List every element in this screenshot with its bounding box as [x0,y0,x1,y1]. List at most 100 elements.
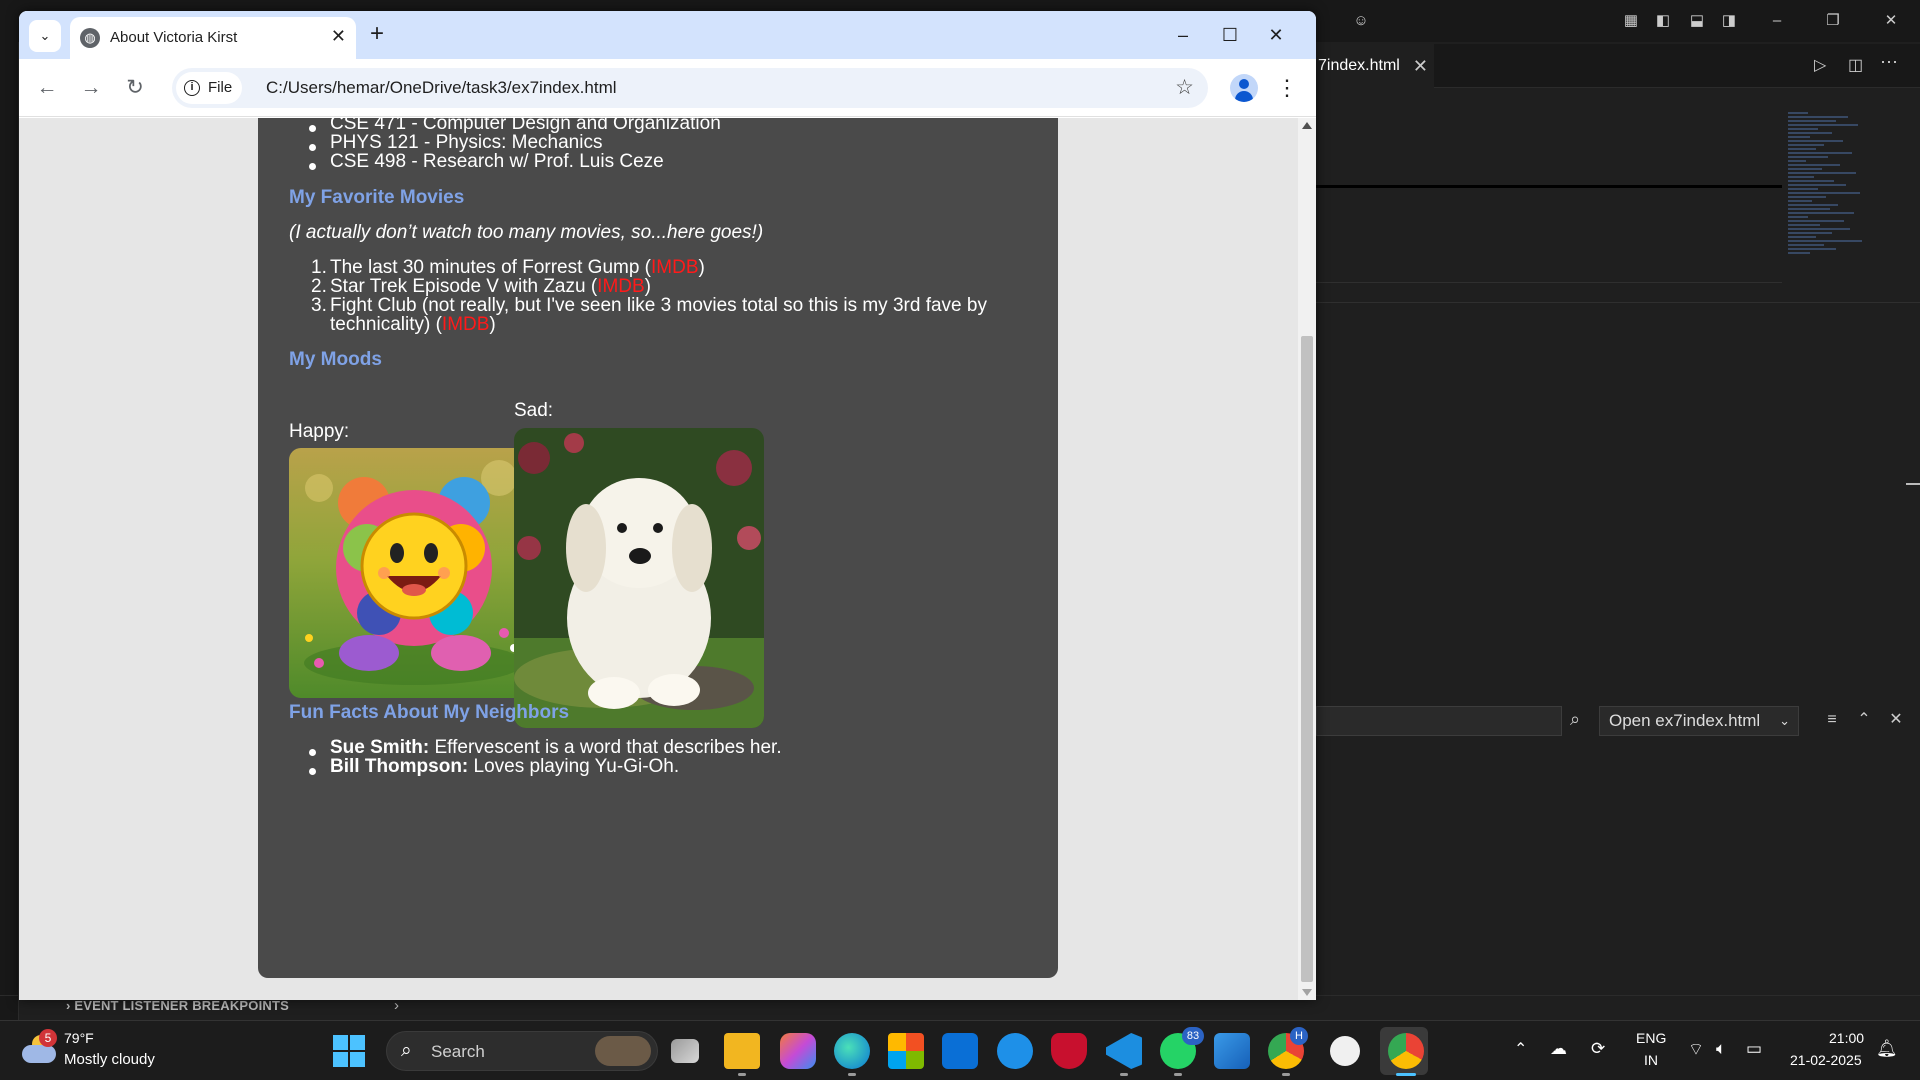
minimap[interactable] [1788,112,1878,312]
file-explorer-icon[interactable] [724,1033,760,1069]
weather-description[interactable]: Mostly cloudy [64,1051,155,1068]
chrome-icon[interactable] [1388,1033,1424,1069]
copilot-icon[interactable] [780,1033,816,1069]
clock-date[interactable]: 21-02-2025 [1790,1052,1862,1068]
volume-icon[interactable]: 🔈︎ [1716,1039,1726,1059]
language-indicator[interactable]: ENG [1636,1030,1666,1046]
movie-paren: ) [644,276,651,297]
vscode-minimize-icon[interactable]: – [1766,10,1788,32]
minimize-icon[interactable]: – [1167,23,1199,47]
close-icon[interactable]: ✕ [331,26,346,47]
customize-layout-icon[interactable]: ▦ [1620,10,1642,32]
running-indicator [1174,1073,1182,1076]
divider [1316,282,1782,283]
activity-bar [0,42,19,1020]
chevron-up-icon[interactable]: ⌃ [1514,1039,1527,1059]
breakpoints-label: EVENT LISTENER BREAKPOINTS [74,998,290,1013]
copilot-icon[interactable]: ☺ [1350,10,1372,32]
filter-input[interactable] [1316,706,1562,736]
help-icon[interactable] [997,1033,1033,1069]
menu-icon[interactable]: ⋮ [1276,72,1298,104]
divider [1316,185,1782,188]
notification-bell-icon[interactable]: 🔔︎ [1876,1039,1898,1059]
vscode-restore-icon[interactable]: ❐ [1822,10,1844,32]
close-icon[interactable]: ✕ [1880,709,1912,729]
moods-heading: My Moods [289,349,382,370]
toggle-panel-icon[interactable]: ⬓ [1686,10,1708,32]
running-indicator [1120,1073,1128,1076]
close-window-icon[interactable]: ✕ [1260,23,1292,47]
address-bar[interactable]: i File C:/Users/hemar/OneDrive/task3/ex7… [172,68,1208,108]
browser-toolbar: ← → ↻ i File C:/Users/hemar/OneDrive/tas… [19,59,1316,117]
movies-heading: My Favorite Movies [289,187,465,208]
store-icon[interactable] [888,1033,924,1069]
list-number: 3. [311,295,327,316]
profile-icon[interactable] [1230,74,1258,102]
reload-icon[interactable]: ↻ [119,72,151,104]
editor-tab-label: 7index.html [1318,57,1400,74]
whatsapp-badge: 83 [1182,1027,1204,1045]
clock-time[interactable]: 21:00 [1829,1030,1864,1046]
more-actions-icon[interactable]: ⋯ [1880,52,1902,74]
neighbor-item: Bill Thompson: Loves playing Yu-Gi-Oh. [330,756,679,778]
back-icon[interactable]: ← [31,72,63,104]
tab-search-icon[interactable]: ⌄ [29,20,61,52]
chevron-up-icon[interactable]: ⌃ [1848,709,1880,729]
search-placeholder: Search [431,1042,485,1061]
photos-icon[interactable] [1214,1033,1250,1069]
output-source-value: Open ex7index.html [1609,711,1761,730]
forward-icon[interactable]: → [75,72,107,104]
edge-icon[interactable] [834,1033,870,1069]
taskbar-search[interactable]: ⌕ Search [386,1031,658,1071]
maximize-icon[interactable]: ☐ [1214,23,1246,47]
movie-paren: ) [489,314,496,335]
scrollbar-thumb[interactable] [1301,336,1313,982]
battery-icon[interactable]: ▭ [1746,1039,1762,1059]
output-source-select[interactable]: Open ex7index.html ⌄ [1599,706,1799,736]
split-editor-icon[interactable]: ◫ [1848,55,1870,77]
url-text[interactable]: C:/Users/hemar/OneDrive/task3/ex7index.h… [266,78,617,98]
site-info-chip[interactable]: i File [176,72,242,104]
bullet [309,125,316,132]
tab-title: About Victoria Kirst [110,29,238,46]
page-viewport[interactable]: CSE 471 - Computer Design and Organizati… [19,118,1316,1000]
sad-label: Sad: [514,400,554,421]
weather-badge: 5 [39,1029,57,1047]
page-scrollbar[interactable] [1298,118,1316,1000]
imdb-link[interactable]: IMDB [651,257,699,278]
search-icon[interactable]: ⌕ [1570,709,1594,733]
wifi-icon[interactable]: ⌔ [1688,1039,1704,1060]
toggle-secondary-sidebar-icon[interactable]: ◨ [1718,10,1740,32]
event-listener-breakpoints-header[interactable]: › EVENT LISTENER BREAKPOINTS [66,998,289,1013]
mcafee-icon[interactable] [1051,1033,1087,1069]
movie-text: technicality) ( [330,314,442,335]
scrollbar-marker [1906,483,1920,485]
start-icon[interactable] [333,1035,365,1067]
close-icon[interactable]: ✕ [1413,44,1428,88]
content-card: CSE 471 - Computer Design and Organizati… [258,118,1058,978]
vscode-icon[interactable] [1106,1033,1142,1069]
panel-toolbar: ⌕ Open ex7index.html ⌄ ≡ ⌃ ✕ [1316,703,1920,743]
new-tab-icon[interactable]: + [363,21,391,49]
scroll-up-arrow[interactable] [1302,122,1312,129]
movie-item-cont: technicality) (IMDB) [330,314,496,336]
imdb-link[interactable]: IMDB [442,314,490,335]
sync-icon[interactable]: ⟳ [1591,1039,1605,1059]
browser-tab[interactable]: ◍ About Victoria Kirst ✕ [70,17,356,59]
task-view-icon[interactable] [671,1039,699,1063]
vscode-close-icon[interactable]: ✕ [1880,10,1902,32]
run-icon[interactable]: ▷ [1814,55,1836,77]
github-icon[interactable] [1330,1036,1360,1066]
word-wrap-icon[interactable]: ≡ [1816,711,1848,729]
neighbor-name: Sue Smith: [330,737,430,758]
editor-tab[interactable]: 7index.html ✕ [1316,44,1434,88]
imdb-link[interactable]: IMDB [597,276,645,297]
language-region[interactable]: IN [1644,1052,1658,1068]
weather-temp[interactable]: 79°F [64,1030,94,1046]
movie-text: Star Trek Episode V with Zazu ( [330,276,598,297]
toggle-sidebar-icon[interactable]: ◧ [1652,10,1674,32]
star-icon[interactable]: ☆ [1175,75,1194,100]
scroll-down-arrow[interactable] [1302,989,1312,996]
myhp-icon[interactable] [942,1033,978,1069]
onedrive-icon[interactable]: ☁ [1550,1039,1567,1059]
